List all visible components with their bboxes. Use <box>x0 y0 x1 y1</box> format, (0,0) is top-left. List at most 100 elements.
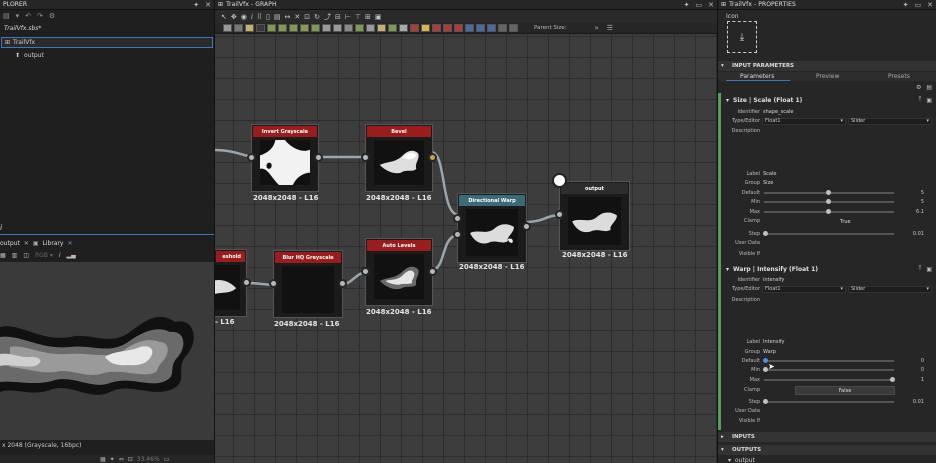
delete-icon[interactable]: ▣ <box>926 266 932 273</box>
node-threshold[interactable]: eshold <box>215 249 251 317</box>
delete-icon[interactable]: ▣ <box>926 97 932 104</box>
node-output-port[interactable] <box>428 267 437 276</box>
param2-header[interactable]: ▾ Warp | Intensify (Float 1) <box>726 266 818 273</box>
histogram-icon[interactable]: ▂▄ <box>67 252 76 259</box>
close-icon[interactable]: ✕ <box>205 1 211 9</box>
node-input-port[interactable] <box>269 279 278 288</box>
download-icon[interactable]: ⤓ <box>727 21 757 53</box>
node-blur-hq-greyscale[interactable]: Blur HQ Greyscale <box>269 250 347 318</box>
node-input-port[interactable] <box>453 230 462 239</box>
menu-icon[interactable]: ▤ <box>926 84 932 91</box>
group-value[interactable]: Size <box>763 180 773 186</box>
slider-handle[interactable] <box>890 377 895 382</box>
output-param-item[interactable]: ▾ output <box>728 457 755 463</box>
editor-select[interactable]: Slider ▾ <box>848 118 932 125</box>
tile-icon[interactable]: ✦ <box>110 456 115 463</box>
node-output-port[interactable] <box>338 279 347 288</box>
node-output[interactable]: output <box>555 181 630 251</box>
node-output-port[interactable] <box>242 278 251 287</box>
zoom-value[interactable]: 33.46% <box>137 456 160 463</box>
file-item[interactable]: TrailVfx.sbs* <box>4 25 41 32</box>
close-icon[interactable]: ✕ <box>67 240 72 247</box>
node-invert-grayscale[interactable]: Invert Grayscale <box>247 124 323 192</box>
outputs-header[interactable]: ▾ OUTPUTS <box>718 445 936 455</box>
tab-preview[interactable]: Preview <box>816 73 839 80</box>
zoom-out-icon[interactable]: ▭ <box>164 456 170 463</box>
tab-parameters[interactable]: Parameters <box>740 73 774 80</box>
type-select[interactable]: Float1 ▾ <box>762 286 846 293</box>
min-value[interactable]: 0 <box>921 367 924 373</box>
label-value[interactable]: Intensify <box>763 339 784 345</box>
preview-viewport[interactable] <box>0 262 214 440</box>
clamp-value[interactable]: True <box>840 219 851 225</box>
input-parameters-header[interactable]: ▾ INPUT PARAMETERS <box>718 61 936 71</box>
node-output-port[interactable] <box>522 222 531 231</box>
output-item[interactable]: ⬆ output <box>15 52 44 59</box>
label: Group <box>744 349 760 355</box>
pin-icon[interactable]: ✦ <box>193 1 199 9</box>
node-input-port[interactable] <box>361 267 370 276</box>
slider-handle[interactable] <box>763 399 768 404</box>
editor-select[interactable]: Slider ▾ <box>848 286 932 293</box>
param1-header[interactable]: ▾ Size | Scale (Float 1) <box>726 97 802 104</box>
new-icon[interactable]: ▤ <box>3 12 10 20</box>
arrows-icon[interactable]: ⇔ <box>119 456 124 463</box>
default-slider[interactable] <box>764 360 894 362</box>
label-value[interactable]: Scale <box>763 171 776 177</box>
min-value[interactable]: 5 <box>921 199 924 205</box>
node-output-port[interactable] <box>428 153 437 162</box>
settings-icon[interactable]: ⚙ <box>916 84 921 91</box>
move-up-icon[interactable]: ⤒ <box>919 265 922 273</box>
max-value[interactable]: 6.1 <box>916 209 924 215</box>
slider-handle[interactable] <box>826 190 831 195</box>
graph-item[interactable]: ⊞ TrailVfx <box>1 37 213 48</box>
save-icon[interactable]: ▾ <box>16 12 20 20</box>
min-slider[interactable] <box>764 369 894 371</box>
slider-handle[interactable] <box>826 209 831 214</box>
identifier-value[interactable]: intensify <box>763 277 784 283</box>
step-slider[interactable] <box>764 401 894 403</box>
copy-icon[interactable]: ▦ <box>0 252 6 259</box>
step-value[interactable]: 0.01 <box>913 399 924 405</box>
default-value[interactable]: 5 <box>921 190 924 196</box>
max-slider[interactable] <box>764 379 894 381</box>
paste-icon[interactable]: ▥ <box>12 252 18 259</box>
tab-library[interactable]: Library <box>43 240 64 247</box>
settings-icon[interactable]: ⚙ <box>49 12 55 20</box>
node-bevel[interactable]: Bevel <box>361 124 437 192</box>
node-input-port[interactable] <box>361 153 370 162</box>
group-value[interactable]: Warp <box>763 349 776 355</box>
grid-icon[interactable]: ▦ <box>100 456 106 463</box>
slider-handle[interactable] <box>763 367 768 372</box>
node-input-port[interactable] <box>555 210 564 219</box>
maximize-icon[interactable]: ▭ <box>915 1 922 9</box>
node-auto-levels[interactable]: Auto Levels <box>361 238 437 306</box>
info-icon[interactable]: i <box>59 252 61 259</box>
move-up-icon[interactable]: ⤒ <box>919 96 922 104</box>
node-directional-warp[interactable]: Directional Warp <box>453 193 531 263</box>
tab-presets[interactable]: Presets <box>888 73 910 80</box>
step-value[interactable]: 0.01 <box>913 231 924 237</box>
node-output-port[interactable] <box>314 153 323 162</box>
info-tab[interactable]: i <box>0 223 2 232</box>
fit-icon[interactable]: ⊡ <box>128 456 133 463</box>
type-select[interactable]: Float1 ▾ <box>762 118 846 125</box>
node-input-port[interactable] <box>247 153 256 162</box>
tab-output[interactable]: output <box>0 240 20 247</box>
undo-icon[interactable]: ↶ <box>25 12 31 20</box>
inputs-header[interactable]: ▸ INPUTS <box>718 432 936 442</box>
close-icon[interactable]: ✕ <box>927 1 933 9</box>
max-value[interactable]: 1 <box>921 377 924 383</box>
identifier-value[interactable]: shape_scale <box>763 109 793 115</box>
step-slider[interactable] <box>764 233 894 235</box>
clamp-button[interactable]: False <box>795 386 895 395</box>
slider-handle[interactable] <box>826 199 831 204</box>
default-value[interactable]: 0 <box>921 358 924 364</box>
node-input-port[interactable] <box>453 214 462 223</box>
channel-icon[interactable]: RGB ▾ <box>35 252 53 259</box>
image-icon[interactable]: ◫ <box>23 252 29 259</box>
pin-icon[interactable]: ✦ <box>903 1 909 9</box>
slider-handle[interactable] <box>763 231 768 236</box>
close-icon[interactable]: ✕ <box>24 240 29 247</box>
redo-icon[interactable]: ↷ <box>37 12 43 20</box>
